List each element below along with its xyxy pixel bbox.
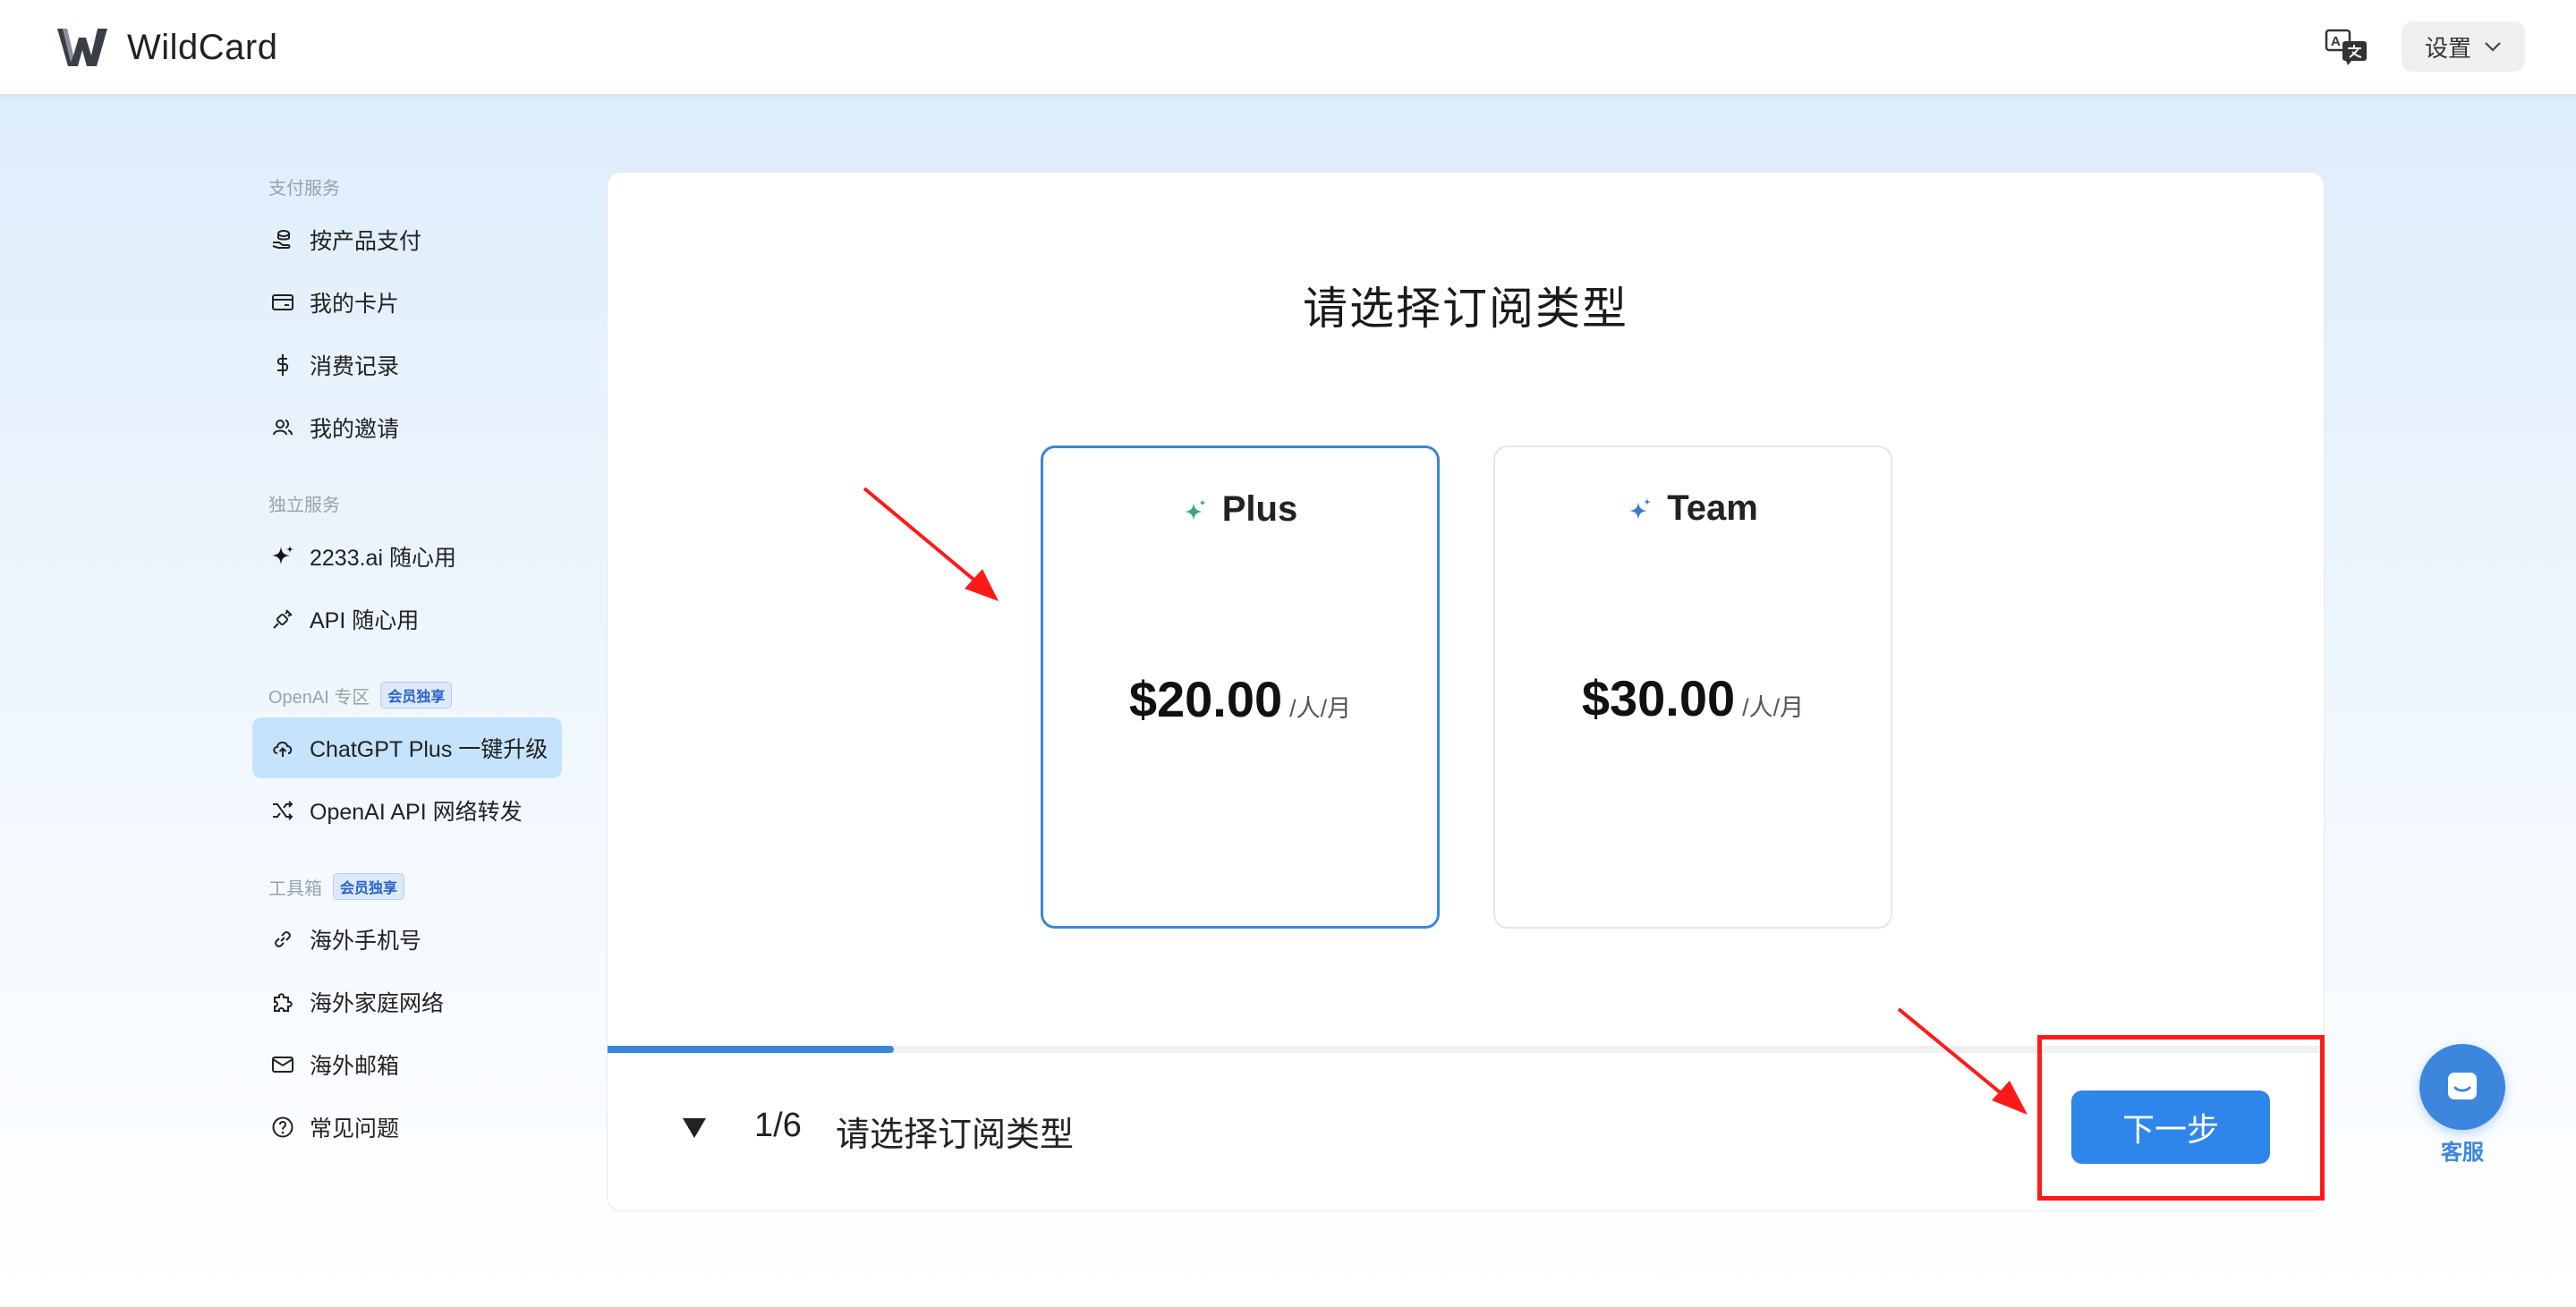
sidebar-item-label: 2233.ai 随心用: [310, 546, 456, 571]
sidebar-item-label: 我的邀请: [310, 417, 400, 442]
member-badge: 会员独享: [380, 682, 453, 709]
sidebar-item-spending-records[interactable]: 消费记录: [252, 335, 562, 395]
plan-card-team[interactable]: Team $30.00 /人/月: [1493, 446, 1892, 929]
sidebar-item-my-cards[interactable]: 我的卡片: [252, 272, 562, 333]
section-title-payment: 支付服务: [268, 179, 340, 199]
language-button[interactable]: A: [2325, 27, 2369, 66]
sparkle-blue-icon: [1629, 497, 1652, 520]
customer-service-button[interactable]: [2419, 1044, 2505, 1130]
cloud-upload-icon: [270, 735, 295, 760]
svg-text:A: A: [2331, 34, 2341, 49]
member-badge: 会员独享: [333, 873, 405, 900]
sparkle-green-icon: [1184, 498, 1206, 521]
next-step-button[interactable]: 下一步: [2071, 1091, 2270, 1164]
sidebar-item-chatgpt-plus[interactable]: ChatGPT Plus 一键升级: [252, 717, 562, 778]
plan-price: $30.00 /人/月: [1495, 669, 1891, 727]
plan-name: Team: [1495, 488, 1891, 529]
puzzle-icon: [270, 989, 295, 1014]
sidebar-item-label: 消费记录: [310, 354, 400, 379]
sidebar-item-overseas-email[interactable]: 海外邮箱: [252, 1034, 562, 1095]
coin-hand-icon: [270, 227, 295, 252]
credit-card-icon: [270, 290, 295, 315]
chat-bubble-icon: [2448, 1073, 2477, 1099]
plan-card-plus[interactable]: Plus $20.00 /人/月: [1041, 446, 1440, 929]
sidebar-item-label: 按产品支付: [310, 229, 422, 254]
step-progress-fill: [608, 1046, 894, 1053]
section-title-openai: OpenAI 专区 会员独享: [268, 682, 453, 709]
sidebar-item-overseas-phone[interactable]: 海外手机号: [252, 909, 562, 970]
question-circle-icon: [270, 1115, 295, 1140]
page-title: 请选择订阅类型: [1303, 284, 1628, 334]
sidebar-item-overseas-network[interactable]: 海外家庭网络: [252, 972, 562, 1032]
users-icon: [270, 415, 295, 440]
sidebar-item-2233ai[interactable]: 2233.ai 随心用: [252, 526, 562, 587]
price-unit: /人/月: [1742, 694, 1805, 721]
price-amount: $20.00: [1128, 671, 1283, 727]
sidebar-item-label: 常见问题: [310, 1116, 400, 1142]
sidebar-item-faq[interactable]: 常见问题: [252, 1097, 562, 1158]
step-progress-bar: [608, 1046, 2324, 1053]
translate-icon: A: [2325, 29, 2367, 65]
sidebar-item-label: 海外手机号: [310, 929, 422, 954]
section-title-toolbox: 工具箱 会员独享: [268, 873, 405, 900]
step-label: 请选择订阅类型: [836, 1116, 1075, 1154]
mail-icon: [270, 1052, 295, 1077]
sidebar-item-label: 海外家庭网络: [310, 991, 445, 1016]
sidebar-item-label: 我的卡片: [310, 292, 400, 317]
customer-service-label: 客服: [2441, 1141, 2484, 1165]
link-icon: [270, 927, 295, 952]
sidebar-item-my-invites[interactable]: 我的邀请: [252, 397, 562, 458]
subscription-card: 请选择订阅类型 Plus $20.00 /人/月 Team $30.00 /人/…: [607, 172, 2325, 1211]
plan-price: $20.00 /人/月: [1043, 670, 1437, 728]
shuffle-icon: [270, 798, 295, 823]
sidebar-item-label: 海外邮箱: [310, 1054, 400, 1079]
price-unit: /人/月: [1289, 695, 1352, 722]
sidebar-item-label: OpenAI API 网络转发: [310, 800, 523, 825]
step-collapse-toggle[interactable]: [681, 1116, 708, 1140]
price-amount: $30.00: [1581, 670, 1736, 726]
brand[interactable]: WildCard: [57, 25, 277, 70]
plan-name: Plus: [1043, 489, 1437, 530]
sidebar-item-label: API 随心用: [310, 608, 420, 633]
settings-dropdown[interactable]: 设置: [2402, 21, 2525, 72]
settings-label: 设置: [2424, 34, 2471, 62]
chevron-down-icon: [2485, 42, 2501, 52]
sidebar-item-openai-api-forward[interactable]: OpenAI API 网络转发: [252, 780, 562, 841]
caret-down-icon: [683, 1118, 706, 1138]
dollar-icon: [270, 352, 295, 378]
brand-name: WildCard: [127, 27, 278, 67]
sidebar-item-pay-by-product[interactable]: 按产品支付: [252, 209, 562, 270]
wildcard-logo-icon: [57, 29, 107, 66]
top-bar: WildCard A 设置: [0, 0, 2576, 94]
plug-icon: [270, 607, 295, 632]
sidebar-item-api[interactable]: API 随心用: [252, 589, 562, 649]
step-counter: 1/6: [754, 1107, 802, 1144]
sidebar-item-label: ChatGPT Plus 一键升级: [310, 737, 548, 762]
section-title-standalone: 独立服务: [268, 496, 340, 515]
sparkle-icon: [270, 544, 295, 569]
